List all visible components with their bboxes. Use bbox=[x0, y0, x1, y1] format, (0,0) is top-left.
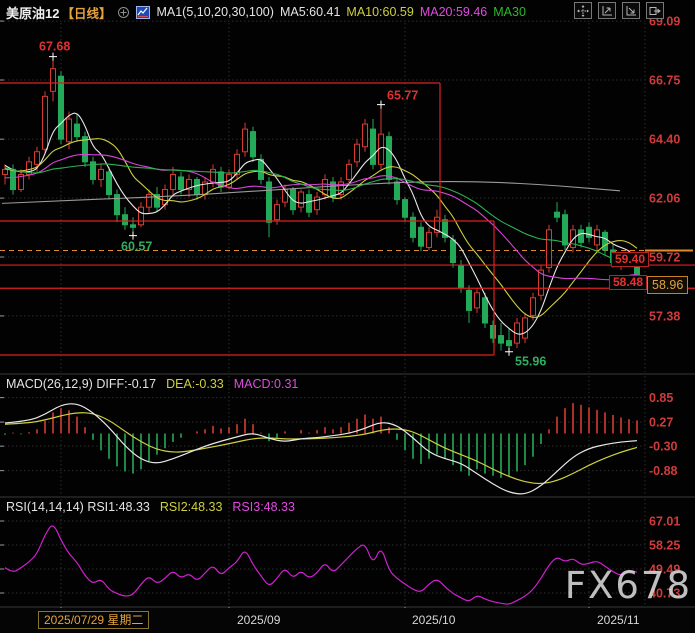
svg-text:60.57: 60.57 bbox=[121, 240, 152, 254]
macd-layer bbox=[5, 403, 637, 494]
macd-header: MACD(26,12,9) DIFF:-0.17 DEA:-0.33 MACD:… bbox=[6, 377, 298, 391]
trading-app-window: 美原油12【日线】 MA1(5,10,20,30,100) MA5:60.41 … bbox=[0, 0, 695, 633]
svg-text:58.25: 58.25 bbox=[649, 538, 680, 552]
ma20-value: MA20:59.46 bbox=[420, 5, 487, 19]
svg-text:-0.88: -0.88 bbox=[649, 464, 678, 478]
ma-group-label: MA1(5,10,20,30,100) bbox=[156, 5, 273, 19]
rsi-header: RSI(14,14,14) RSI1:48.33 RSI2:48.33 RSI3… bbox=[6, 500, 295, 514]
fx678-watermark: FX678 bbox=[565, 564, 692, 607]
rsi3-value: RSI3:48.33 bbox=[232, 500, 295, 514]
ma10-value: MA10:60.59 bbox=[346, 5, 413, 19]
zoom-in-axis-icon[interactable] bbox=[598, 2, 616, 19]
gridlines bbox=[0, 21, 695, 611]
shift-right-icon[interactable] bbox=[646, 2, 664, 19]
svg-text:-0.30: -0.30 bbox=[649, 440, 678, 454]
svg-text:57.38: 57.38 bbox=[649, 309, 680, 323]
pan-icon[interactable] bbox=[574, 2, 592, 19]
chart-type-icon[interactable] bbox=[136, 6, 150, 19]
price-axis-labels: 69.0966.7564.4062.0659.7257.380.850.27-0… bbox=[649, 15, 680, 601]
macd-name-label: MACD(26,12,9) DIFF:-0.17 bbox=[6, 377, 156, 391]
rsi2-value: RSI2:48.33 bbox=[160, 500, 223, 514]
date-axis[interactable]: 2025/07/29 星期二 2025/09 2025/10 2025/11 bbox=[0, 608, 695, 633]
period-selector[interactable]: 【日线】 bbox=[61, 3, 111, 22]
last-price-axis-label: 58.96 bbox=[647, 276, 688, 294]
rsi-layer bbox=[5, 526, 637, 604]
candles-layer bbox=[3, 57, 640, 352]
main-chart[interactable]: 69.0966.7564.4062.0659.7257.380.850.27-0… bbox=[0, 0, 695, 633]
svg-text:59.72: 59.72 bbox=[649, 251, 680, 265]
month-label: 2025/09 bbox=[237, 613, 280, 627]
svg-text:64.40: 64.40 bbox=[649, 133, 680, 147]
circle-plus-icon[interactable] bbox=[117, 6, 130, 19]
svg-text:0.85: 0.85 bbox=[649, 391, 673, 405]
main-chart-header: 美原油12【日线】 MA1(5,10,20,30,100) MA5:60.41 … bbox=[6, 3, 526, 21]
svg-text:62.06: 62.06 bbox=[649, 192, 680, 206]
ma5-value: MA5:60.41 bbox=[280, 5, 340, 19]
svg-text:0.27: 0.27 bbox=[649, 416, 673, 430]
svg-text:55.96: 55.96 bbox=[515, 355, 546, 369]
ma30-value: MA30 bbox=[493, 5, 526, 19]
svg-text:67.01: 67.01 bbox=[649, 514, 680, 528]
ma-lines bbox=[2, 113, 637, 334]
drawn-lines bbox=[0, 83, 695, 355]
symbol-name: 美原油12 bbox=[6, 3, 59, 22]
month-label: 2025/10 bbox=[412, 613, 455, 627]
svg-text:65.77: 65.77 bbox=[387, 89, 418, 103]
svg-text:67.68: 67.68 bbox=[39, 40, 70, 54]
zoom-out-axis-icon[interactable] bbox=[622, 2, 640, 19]
dea-value: DEA:-0.33 bbox=[166, 377, 224, 391]
month-label: 2025/11 bbox=[597, 613, 640, 627]
drawn-line-price-label[interactable]: 59.40 bbox=[611, 252, 649, 267]
rsi-name-label: RSI(14,14,14) RSI1:48.33 bbox=[6, 500, 150, 514]
macd-value: MACD:0.31 bbox=[234, 377, 299, 391]
highlight-date-label: 2025/07/29 星期二 bbox=[38, 611, 149, 629]
svg-text:66.75: 66.75 bbox=[649, 74, 680, 88]
chart-toolbar bbox=[574, 2, 664, 19]
drawn-line-price-label[interactable]: 58.48 bbox=[609, 275, 647, 290]
